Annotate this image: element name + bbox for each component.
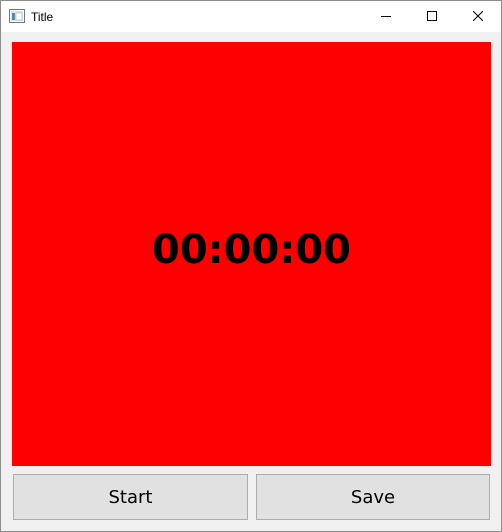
close-button[interactable]	[455, 1, 501, 32]
start-button[interactable]: Start	[13, 474, 248, 520]
app-window: Title 00:00:00 Start Save	[0, 0, 502, 532]
window-title: Title	[31, 10, 54, 24]
minimize-icon	[381, 8, 391, 26]
minimize-button[interactable]	[363, 1, 409, 32]
maximize-icon	[427, 8, 437, 26]
timer-display: 00:00:00	[12, 42, 491, 466]
maximize-button[interactable]	[409, 1, 455, 32]
save-button-label: Save	[350, 486, 396, 508]
window-app-icon	[9, 9, 25, 23]
save-button[interactable]: Save	[256, 474, 490, 520]
close-icon	[472, 8, 484, 26]
timer-value: 00:00:00	[152, 227, 351, 273]
title-bar[interactable]: Title	[1, 1, 501, 32]
start-button-label: Start	[108, 486, 153, 508]
